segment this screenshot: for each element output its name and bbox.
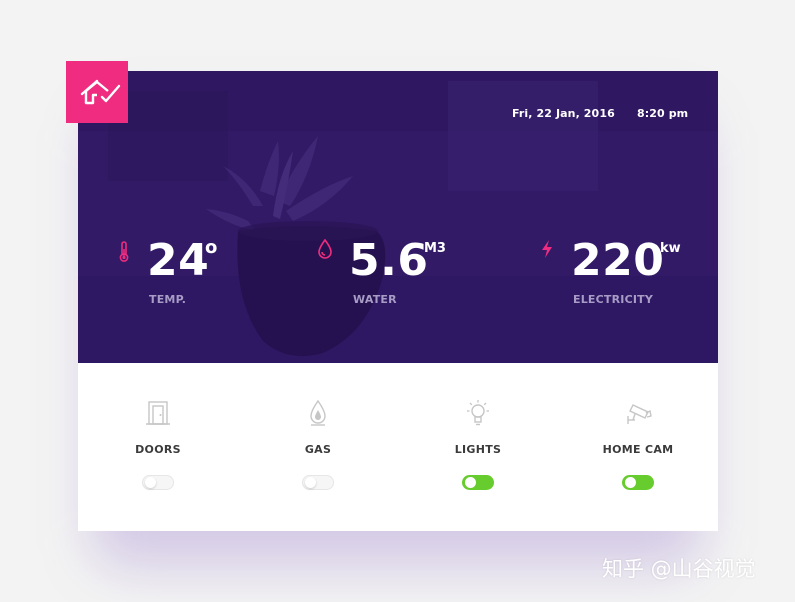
water-value: 5.6 (349, 235, 429, 286)
toggle-knob (465, 477, 476, 488)
hero-background-image (78, 71, 718, 363)
doors-label: DOORS (135, 443, 181, 456)
hero-panel: Fri, 22 Jan, 2016 8:20 pm 24 o TEMP. 5.6… (78, 71, 718, 363)
gas-flame-icon (310, 399, 326, 426)
date-display: Fri, 22 Jan, 2016 (512, 107, 615, 120)
dashboard-card: Fri, 22 Jan, 2016 8:20 pm 24 o TEMP. 5.6… (78, 71, 718, 531)
water-drop-icon (318, 239, 332, 259)
temperature-value: 24 (147, 235, 210, 286)
home-cam-label: HOME CAM (602, 443, 674, 456)
toggle-knob (145, 477, 156, 488)
gas-toggle[interactable] (302, 475, 334, 490)
water-label: WATER (353, 293, 397, 306)
control-home-cam: HOME CAM (558, 363, 718, 531)
electricity-value: 220 (571, 235, 665, 286)
lights-toggle[interactable] (462, 475, 494, 490)
light-bulb-icon (467, 400, 489, 426)
time-display: 8:20 pm (637, 107, 689, 120)
control-gas: GAS (238, 363, 398, 531)
door-icon (146, 401, 170, 425)
home-check-icon (80, 79, 121, 105)
electricity-label: ELECTRICITY (573, 293, 654, 306)
home-logo[interactable] (66, 61, 128, 123)
gas-label: GAS (304, 443, 332, 456)
toggle-knob (305, 477, 316, 488)
temperature-unit: o (205, 237, 218, 258)
device-controls: DOORS GAS LIGHTS HOME CAM (78, 363, 718, 531)
thermometer-icon (119, 241, 129, 262)
lights-label: LIGHTS (454, 443, 502, 456)
toggle-knob (625, 477, 636, 488)
security-camera-icon (627, 404, 652, 424)
water-unit: M3 (424, 241, 446, 256)
temperature-label: TEMP. (149, 293, 187, 306)
doors-toggle[interactable] (142, 475, 174, 490)
control-lights: LIGHTS (398, 363, 558, 531)
control-doors: DOORS (78, 363, 238, 531)
watermark-text: 知乎 @山谷视觉 (602, 557, 756, 581)
lightning-icon (542, 240, 552, 258)
home-cam-toggle[interactable] (622, 475, 654, 490)
electricity-unit: kw (660, 241, 681, 256)
